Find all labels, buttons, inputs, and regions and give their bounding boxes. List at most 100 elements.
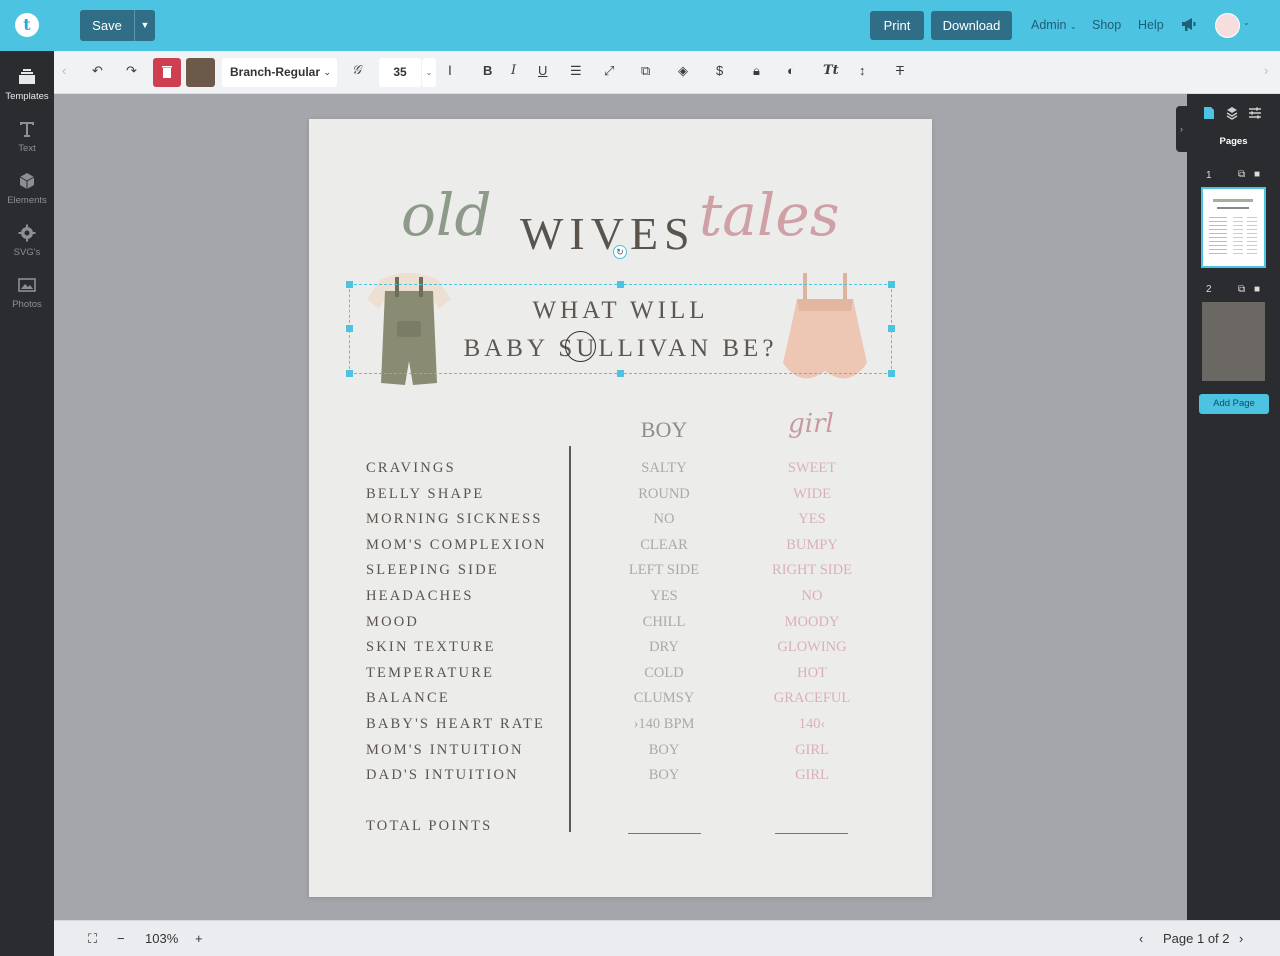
table-row-girl-value[interactable]: YES	[762, 511, 862, 528]
line-height-icon[interactable]: ↕	[859, 63, 866, 78]
table-row-girl-value[interactable]: 140‹	[762, 716, 862, 733]
scroll-right-chevron-icon[interactable]: ›	[1264, 63, 1268, 78]
table-row-boy-value[interactable]: CHILL	[614, 614, 714, 631]
title-script-tales[interactable]: tales	[699, 181, 840, 249]
table-row-label[interactable]: TEMPERATURE	[366, 665, 494, 682]
scroll-left-chevron-icon[interactable]: ‹	[62, 63, 66, 78]
table-row-label[interactable]: DAD'S INTUITION	[366, 767, 519, 784]
underline-icon[interactable]: U	[538, 63, 547, 78]
resize-handle[interactable]	[346, 325, 353, 332]
table-row-label[interactable]: BALANCE	[366, 690, 450, 707]
table-row-boy-value[interactable]: DRY	[614, 639, 714, 656]
previous-page-chevron-icon[interactable]: ‹	[1139, 931, 1143, 946]
zoom-in-icon[interactable]: +	[195, 931, 203, 946]
delete-page-trash-icon[interactable]: ■	[1254, 284, 1260, 295]
table-row-boy-value[interactable]: BOY	[614, 742, 714, 759]
italic-icon[interactable]: I	[511, 63, 516, 78]
table-row-boy-value[interactable]: ›140 BPM	[614, 716, 714, 733]
boy-total-line[interactable]	[628, 833, 701, 834]
strikethrough-icon[interactable]: T	[896, 63, 904, 78]
subtitle-line-2[interactable]: BABY SULLIVAN BE?	[309, 335, 932, 363]
save-button[interactable]: Save	[80, 10, 134, 41]
column-header-boy[interactable]: BOY	[614, 417, 714, 443]
app-logo[interactable]: t	[15, 13, 39, 37]
sidebar-item-text[interactable]: Text	[0, 119, 54, 154]
shop-link[interactable]: Shop	[1092, 18, 1121, 32]
table-row-label[interactable]: BABY'S HEART RATE	[366, 716, 545, 733]
megaphone-icon[interactable]	[1180, 15, 1198, 33]
table-row-boy-value[interactable]: SALTY	[614, 460, 714, 477]
table-row-label[interactable]: MORNING SICKNESS	[366, 511, 543, 528]
table-row-label[interactable]: MOM'S INTUITION	[366, 742, 524, 759]
resize-handle[interactable]	[888, 281, 895, 288]
align-center-icon[interactable]: ☰	[570, 63, 582, 79]
text-spacing-icon[interactable]: Ⅰ	[448, 63, 452, 79]
panel-collapse-chevron-icon[interactable]: ›	[1176, 106, 1187, 152]
font-family-select[interactable]: Branch-Regular ⌄	[222, 58, 337, 87]
table-row-label[interactable]: MOOD	[366, 614, 419, 631]
chevron-down-icon[interactable]: ⌄	[1243, 18, 1250, 27]
title-script-old[interactable]: old	[401, 181, 492, 249]
table-row-boy-value[interactable]: YES	[614, 588, 714, 605]
table-row-girl-value[interactable]: MOODY	[762, 614, 862, 631]
chevron-down-icon[interactable]: ⌄	[422, 58, 436, 87]
table-row-label[interactable]: SLEEPING SIDE	[366, 562, 499, 579]
resize-handle[interactable]	[346, 281, 353, 288]
dollar-icon[interactable]: $	[716, 63, 723, 78]
text-transform-icon[interactable]: Tt	[823, 63, 839, 78]
table-row-label[interactable]: MOM'S COMPLEXION	[366, 537, 547, 554]
table-row-label[interactable]: CRAVINGS	[366, 460, 456, 477]
table-row-girl-value[interactable]: GIRL	[762, 742, 862, 759]
sidebar-item-elements[interactable]: Elements	[0, 171, 54, 206]
sidebar-item-photos[interactable]: Photos	[0, 275, 54, 310]
font-size-input[interactable]: 35	[379, 58, 421, 87]
design-page[interactable]: old WIVES tales ↻ WHAT WILL BABY SULLIVA…	[309, 119, 932, 897]
title-wives[interactable]: WIVES	[520, 207, 696, 260]
resize-handle[interactable]	[888, 370, 895, 377]
layers-icon[interactable]: ◈	[678, 63, 688, 79]
table-row-boy-value[interactable]: CLUMSY	[614, 690, 714, 707]
table-row-label[interactable]: HEADACHES	[366, 588, 474, 605]
add-page-button[interactable]: Add Page	[1199, 394, 1269, 414]
table-row-label[interactable]: BELLY SHAPE	[366, 486, 484, 503]
column-header-girl[interactable]: girl	[761, 409, 861, 439]
page-thumbnail-2[interactable]	[1202, 302, 1265, 381]
text-color-swatch[interactable]	[186, 58, 215, 87]
download-button[interactable]: Download	[931, 11, 1012, 40]
table-row-boy-value[interactable]: COLD	[614, 665, 714, 682]
table-row-girl-value[interactable]: GIRL	[762, 767, 862, 784]
table-row-boy-value[interactable]: NO	[614, 511, 714, 528]
save-options-chevron-down-icon[interactable]: ▼	[134, 10, 155, 41]
delete-page-trash-icon[interactable]: ■	[1254, 169, 1260, 180]
pages-icon[interactable]	[1203, 106, 1215, 120]
table-row-boy-value[interactable]: ROUND	[614, 486, 714, 503]
table-row-boy-value[interactable]: CLEAR	[614, 537, 714, 554]
sidebar-item-svgs[interactable]: SVG's	[0, 223, 54, 258]
table-row-girl-value[interactable]: WIDE	[762, 486, 862, 503]
resize-handle[interactable]	[346, 370, 353, 377]
table-row-girl-value[interactable]: BUMPY	[762, 537, 862, 554]
resize-icon[interactable]: ⤢	[604, 63, 614, 79]
redo-icon[interactable]: ↷	[126, 63, 137, 79]
undo-icon[interactable]: ↶	[92, 63, 103, 79]
resize-handle[interactable]	[617, 281, 624, 288]
table-row-boy-value[interactable]: LEFT SIDE	[614, 562, 714, 579]
font-style-script-icon[interactable]: 𝒢	[352, 63, 361, 78]
sidebar-item-templates[interactable]: Templates	[0, 67, 54, 102]
rotate-handle-icon[interactable]: ↻	[613, 245, 627, 259]
subtitle-line-1[interactable]: WHAT WILL	[309, 297, 932, 325]
settings-sliders-icon[interactable]	[1248, 106, 1262, 120]
duplicate-icon[interactable]: ⧉	[641, 63, 650, 79]
table-row-girl-value[interactable]: GRACEFUL	[762, 690, 862, 707]
admin-menu[interactable]: Admin ⌄	[1031, 18, 1077, 32]
resize-handle[interactable]	[888, 325, 895, 332]
delete-button[interactable]	[153, 58, 181, 87]
table-row-label[interactable]: SKIN TEXTURE	[366, 639, 496, 656]
table-row-girl-value[interactable]: RIGHT SIDE	[762, 562, 862, 579]
duplicate-page-icon[interactable]: ⧉	[1238, 169, 1245, 180]
bold-icon[interactable]: B	[483, 63, 492, 78]
layers-icon[interactable]	[1226, 106, 1238, 120]
opacity-icon[interactable]: ◐	[787, 63, 795, 78]
print-button[interactable]: Print	[870, 11, 924, 40]
resize-handle[interactable]	[617, 370, 624, 377]
